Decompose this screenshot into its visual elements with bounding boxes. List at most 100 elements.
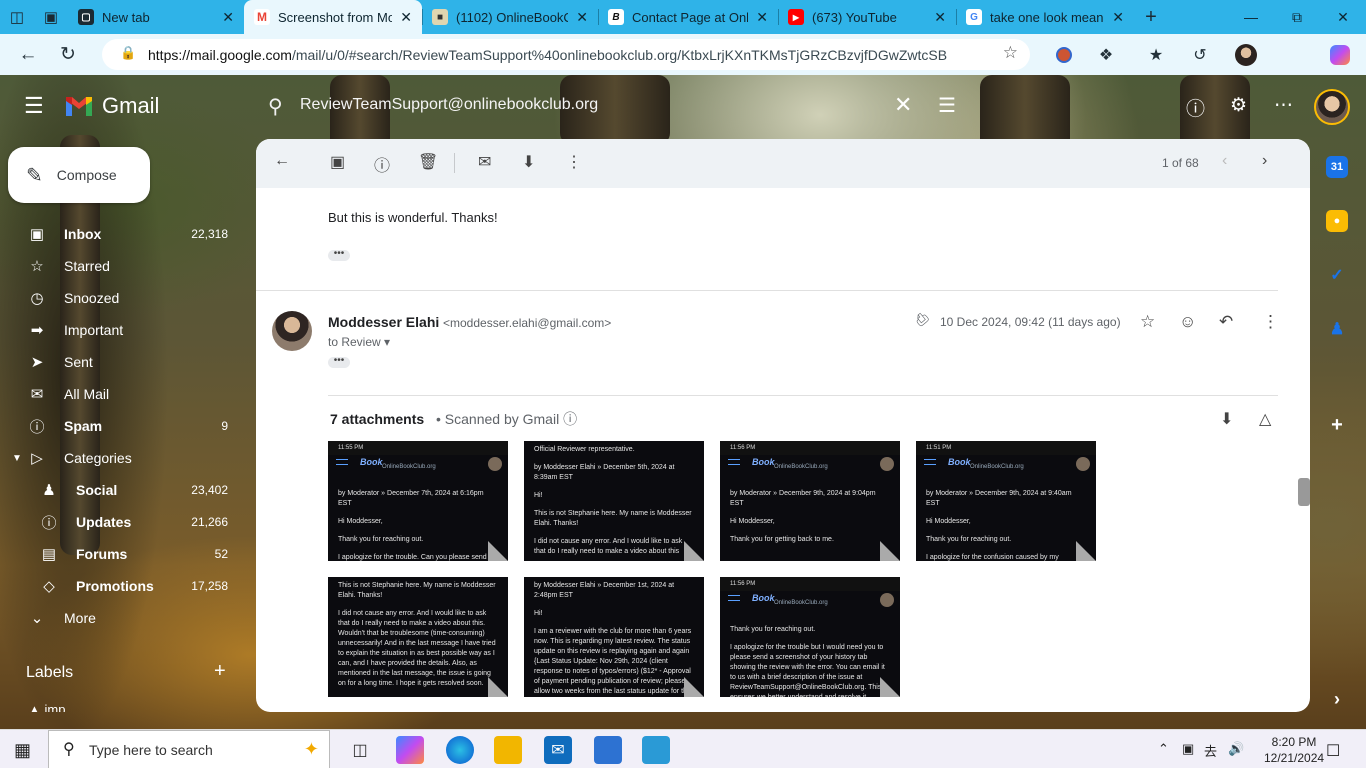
mail-app-icon[interactable]: ✉	[544, 736, 572, 764]
recipient-dropdown-icon[interactable]: ▾	[384, 335, 390, 349]
attachment-thumbnail[interactable]: 11:56 PM Book OnlineBookClub.org Thank you …	[720, 577, 900, 697]
back-to-list-icon[interactable]: ←	[274, 152, 290, 170]
system-clock[interactable]: 8:20 PM 12/21/2024	[1264, 734, 1324, 766]
attachment-thumbnail[interactable]: Official Reviewer representative. by Modd…	[524, 441, 704, 561]
search-options-icon[interactable]: ☰	[938, 93, 956, 118]
sidebar-item-all-mail[interactable]: ✉ All Mail	[0, 378, 246, 410]
back-icon[interactable]: ←	[8, 34, 48, 75]
clear-search-icon[interactable]: ✕	[894, 92, 912, 118]
search-input[interactable]: ReviewTeamSupport@onlinebookclub.org	[300, 96, 598, 114]
sidebar-item-updates[interactable]: ⓘ Updates 21,266	[0, 506, 246, 538]
copilot-taskbar-icon[interactable]	[396, 736, 424, 764]
recipient-line[interactable]: to Review ▾	[328, 335, 390, 349]
new-tab-button[interactable]: +	[1134, 0, 1168, 34]
apps-grid-icon[interactable]: ⋯	[1274, 94, 1293, 117]
url-field[interactable]: 🔒 https://mail.google.com/mail/u/0/#sear…	[102, 39, 1030, 70]
add-to-drive-icon[interactable]: △	[1259, 409, 1271, 429]
workspaces-icon[interactable]: ◫	[0, 0, 34, 34]
older-icon[interactable]: ›	[1262, 152, 1267, 170]
contacts-icon[interactable]: ♟	[1326, 318, 1348, 340]
sidebar-item-forums[interactable]: ▤ Forums 52	[0, 538, 246, 570]
tab-youtube[interactable]: ▶ (673) YouTube ✕	[778, 0, 956, 34]
attachment-thumbnail[interactable]: 11:55 PM Book OnlineBookClub.org by Moderat…	[328, 441, 508, 561]
minimize-icon[interactable]: —	[1228, 9, 1274, 26]
network-icon[interactable]: ▣	[1182, 741, 1194, 757]
newer-icon[interactable]: ‹	[1222, 152, 1227, 170]
archive-icon[interactable]: ▣	[330, 152, 345, 172]
restore-icon[interactable]: ⧉	[1274, 9, 1320, 26]
delete-icon[interactable]: 🗑	[418, 152, 438, 172]
sidebar-item-inbox[interactable]: ▣ Inbox 22,318	[0, 218, 246, 250]
sidebar-item-promotions[interactable]: ◇ Promotions 17,258	[0, 570, 246, 602]
label-item[interactable]: ▲ imp	[28, 702, 108, 712]
star-icon[interactable]: ☆	[1140, 312, 1155, 332]
close-tab-icon[interactable]: ✕	[222, 9, 234, 26]
gmail-logo[interactable]: Gmail	[64, 93, 159, 119]
show-side-panel-icon[interactable]: ›	[1326, 688, 1348, 710]
caret-down-icon[interactable]: ▼	[12, 453, 22, 464]
main-menu-icon[interactable]: ☰	[24, 93, 44, 119]
show-trimmed-content-button[interactable]: •••	[328, 249, 350, 261]
sidebar-item-important[interactable]: ➡ Important	[0, 314, 246, 346]
mark-unread-icon[interactable]: ✉	[478, 152, 491, 172]
show-trimmed-content-button[interactable]: •••	[328, 356, 350, 368]
close-tab-icon[interactable]: ✕	[400, 9, 412, 26]
extension-icon[interactable]	[1046, 34, 1082, 75]
info-icon[interactable]: ⓘ	[563, 411, 577, 427]
sidebar-item-spam[interactable]: ⓘ Spam 9	[0, 410, 246, 442]
account-avatar[interactable]	[1314, 89, 1350, 125]
favorites-icon[interactable]: ★	[1138, 34, 1174, 75]
edge-icon[interactable]	[446, 736, 474, 764]
windows-start-icon[interactable]: ▦	[14, 740, 31, 761]
sidebar-item-starred[interactable]: ☆ Starred	[0, 250, 246, 282]
emoji-reaction-icon[interactable]: ☺	[1179, 312, 1196, 332]
download-all-icon[interactable]: ⬇	[1220, 409, 1233, 429]
scrollbar-thumb[interactable]	[1298, 478, 1310, 506]
notifications-icon[interactable]: ☐	[1326, 741, 1340, 761]
copilot-icon[interactable]	[1322, 34, 1358, 75]
tab-google-search[interactable]: G take one look meanin ✕	[956, 0, 1134, 34]
more-options-icon[interactable]: ⋮	[1262, 312, 1279, 332]
mail-search-bar[interactable]: ⚲ ReviewTeamSupport@onlinebookclub.org ✕…	[258, 83, 974, 131]
close-tab-icon[interactable]: ✕	[756, 9, 768, 26]
get-addons-icon[interactable]: +	[1326, 414, 1348, 436]
tab-gmail[interactable]: M Screenshot from Mod ✕	[244, 0, 422, 34]
tab-new-tab[interactable]: ▢ New tab ✕	[68, 0, 244, 34]
taskbar-search[interactable]: ⚲ Type here to search ✦	[48, 730, 330, 768]
settings-gear-icon[interactable]: ⚙	[1230, 94, 1247, 117]
sidebar-item-sent[interactable]: ➤ Sent	[0, 346, 246, 378]
tab-onlinebookclub[interactable]: ■ (1102) OnlineBookClu ✕	[422, 0, 598, 34]
keep-icon[interactable]: ●	[1326, 210, 1348, 232]
language-icon[interactable]: 去	[1204, 741, 1217, 760]
sidebar-item-snoozed[interactable]: ◷ Snoozed	[0, 282, 246, 314]
attachment-thumbnail[interactable]: by Moddesser Elahi » December 1st, 2024 …	[524, 577, 704, 697]
compose-button[interactable]: ✎ Compose	[8, 147, 150, 203]
reply-icon[interactable]: ↶	[1219, 312, 1233, 332]
reload-icon[interactable]: ↻	[48, 34, 88, 75]
search-icon[interactable]: ⚲	[268, 94, 283, 119]
profile-avatar[interactable]	[1228, 34, 1264, 75]
sidebar-item-more[interactable]: ⌄ More	[0, 602, 246, 634]
photos-icon[interactable]	[642, 736, 670, 764]
report-spam-icon[interactable]: ⓘ	[374, 152, 390, 176]
more-options-icon[interactable]: ⋮	[566, 152, 582, 172]
attachment-thumbnail[interactable]: This is not Stephanie here. My name is M…	[328, 577, 508, 697]
sender-name[interactable]: Moddesser Elahi	[328, 314, 439, 330]
add-label-icon[interactable]: +	[214, 660, 226, 683]
lock-icon[interactable]: 🔒	[120, 45, 136, 61]
tray-chevron-icon[interactable]: ⌃	[1158, 741, 1169, 757]
sidebar-item-social[interactable]: ♟ Social 23,402	[0, 474, 246, 506]
history-icon[interactable]: ↺	[1182, 34, 1218, 75]
volume-icon[interactable]: 🔊	[1228, 741, 1244, 757]
store-icon[interactable]	[594, 736, 622, 764]
attachment-thumbnail[interactable]: 11:56 PM Book OnlineBookClub.org by Moderat…	[720, 441, 900, 561]
move-to-icon[interactable]: ⬇	[522, 152, 535, 172]
tab-contact-page[interactable]: B Contact Page at Onlin ✕	[598, 0, 778, 34]
attachment-thumbnail[interactable]: 11:51 PM Book OnlineBookClub.org by Moderat…	[916, 441, 1096, 561]
task-view-icon[interactable]: ◫	[346, 736, 374, 764]
calendar-icon[interactable]: 31	[1326, 156, 1348, 178]
help-icon[interactable]: ⓘ	[1186, 94, 1205, 121]
close-tab-icon[interactable]: ✕	[934, 9, 946, 26]
vertical-tabs-icon[interactable]: ▣	[34, 0, 68, 34]
extensions-puzzle-icon[interactable]: ❖	[1088, 34, 1124, 75]
